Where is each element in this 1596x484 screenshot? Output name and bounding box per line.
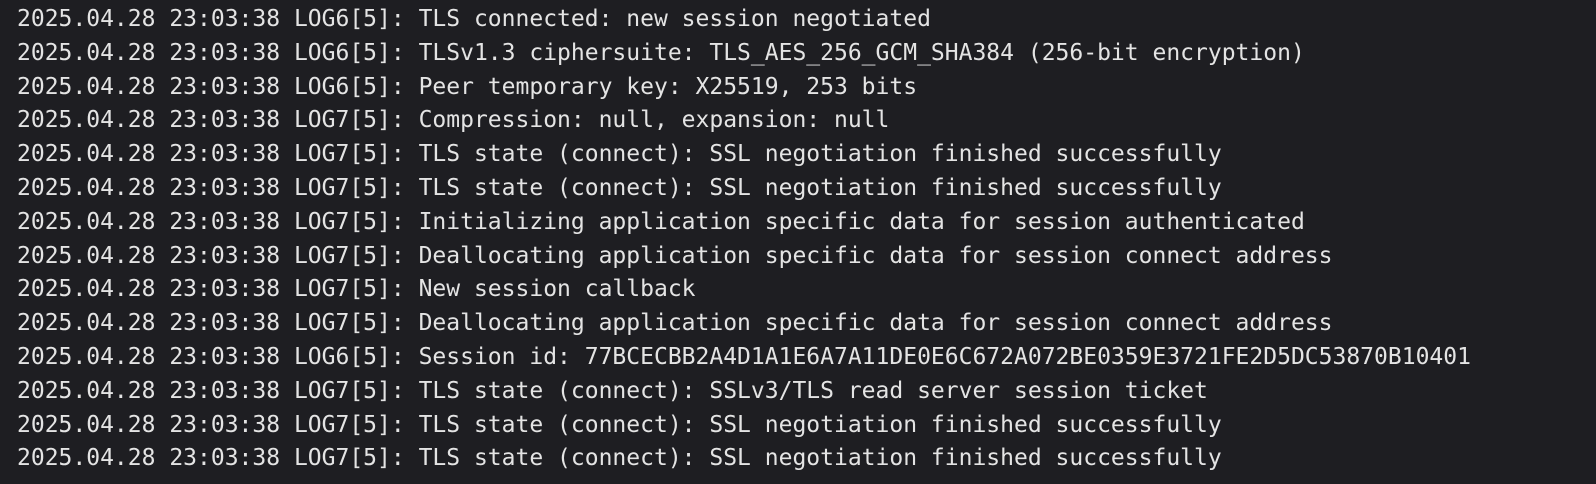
log-line: 2025.04.28 23:03:38 LOG6[5]: TLSv1.3 cip… — [17, 39, 1305, 66]
log-line: 2025.04.28 23:03:38 LOG7[5]: TLS state (… — [17, 174, 1222, 201]
log-line: 2025.04.28 23:03:38 LOG7[5]: Initializin… — [17, 208, 1305, 235]
log-line: 2025.04.28 23:03:38 LOG7[5]: TLS state (… — [17, 141, 1222, 168]
log-line: 2025.04.28 23:03:38 LOG7[5]: TLS state (… — [17, 411, 1222, 438]
log-line: 2025.04.28 23:03:38 LOG7[5]: TLS state (… — [17, 377, 1208, 404]
terminal-output[interactable]: 2025.04.28 23:03:38 LOG6[5]: TLS connect… — [0, 0, 1596, 484]
log-line: 2025.04.28 23:03:38 LOG7[5]: Deallocatin… — [17, 242, 1333, 269]
log-line: 2025.04.28 23:03:38 LOG7[5]: New session… — [17, 276, 696, 303]
log-line: 2025.04.28 23:03:38 LOG7[5]: TLS state (… — [17, 445, 1222, 472]
log-line: 2025.04.28 23:03:38 LOG7[5]: Compression… — [17, 107, 890, 134]
log-line: 2025.04.28 23:03:38 LOG7[5]: Deallocatin… — [17, 310, 1333, 337]
log-line: 2025.04.28 23:03:38 LOG6[5]: TLS connect… — [17, 6, 931, 32]
log-line: 2025.04.28 23:03:38 LOG6[5]: Peer tempor… — [17, 73, 918, 100]
log-line: 2025.04.28 23:03:38 LOG6[5]: Session id:… — [17, 343, 1471, 370]
